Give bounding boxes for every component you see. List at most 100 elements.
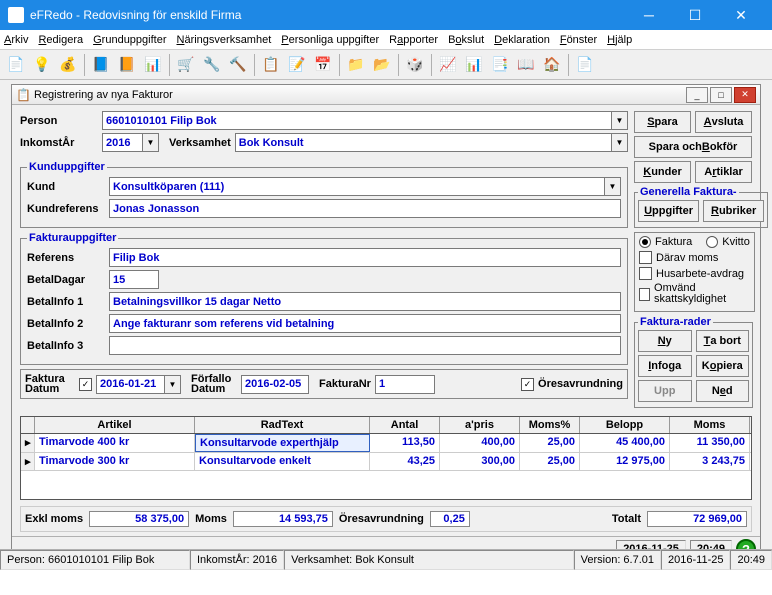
fakturanr-field[interactable]: 1	[375, 375, 435, 394]
table-row[interactable]: ▸Timarvode 300 krKonsultarvode enkelt43,…	[21, 453, 751, 471]
menu-fonster[interactable]: Fönster	[560, 34, 597, 46]
info2-field[interactable]: Ange fakturanr som referens vid betalnin…	[109, 314, 621, 333]
kundref-label: Kundreferens	[27, 203, 105, 215]
info1-label: BetalInfo 1	[27, 296, 105, 308]
kopiera-button[interactable]: Kopiera	[696, 355, 750, 377]
omvand-label: Omvänd skattskyldighet	[654, 283, 750, 305]
kund-field[interactable]: Konsultköparen (111)	[109, 177, 604, 196]
status-date: 2016-11-25	[661, 550, 730, 570]
info1-field[interactable]: Betalningsvillkor 15 dagar Netto	[109, 292, 621, 311]
close-button[interactable]: ✕	[718, 0, 764, 30]
col-artikel[interactable]: Artikel	[35, 417, 195, 433]
ores-label: Öresavrundning	[538, 378, 623, 390]
rader-fieldset: Faktura-rader NyTa bort InfogaKopiera Up…	[634, 316, 753, 408]
table-row[interactable]: ▸Timarvode 400 krKonsultarvode experthjä…	[21, 434, 751, 453]
tool-icon[interactable]: 📅	[311, 53, 335, 77]
ores-checkbox[interactable]: ✓	[521, 378, 534, 391]
sub-minimize-button[interactable]: _	[686, 87, 708, 103]
tool-icon[interactable]: 💡	[30, 53, 54, 77]
tool-icon[interactable]: 📋	[259, 53, 283, 77]
darav-checkbox[interactable]	[639, 251, 652, 264]
col-antal[interactable]: Antal	[370, 417, 440, 433]
col-belopp[interactable]: Belopp	[580, 417, 670, 433]
kvitto-radio[interactable]	[706, 236, 718, 248]
col-moms[interactable]: Moms	[670, 417, 750, 433]
menu-bokslut[interactable]: Bokslut	[448, 34, 484, 46]
menu-deklaration[interactable]: Deklaration	[494, 34, 550, 46]
tool-icon[interactable]: 📁	[344, 53, 368, 77]
tool-icon[interactable]: 📘	[89, 53, 113, 77]
person-field[interactable]: 6601010101 Filip Bok	[102, 111, 611, 130]
tool-icon[interactable]: 🔧	[200, 53, 224, 77]
tool-icon[interactable]: 💰	[56, 53, 80, 77]
tool-icon[interactable]: 🎲	[403, 53, 427, 77]
col-apris[interactable]: a'pris	[440, 417, 520, 433]
invoice-icon: 📋	[16, 88, 30, 102]
tool-icon[interactable]: 📈	[436, 53, 460, 77]
uppgifter-button[interactable]: Uppgifter	[638, 200, 699, 222]
husarbete-checkbox[interactable]	[639, 267, 652, 280]
tool-icon[interactable]: 🔨	[226, 53, 250, 77]
darav-label: Därav moms	[656, 252, 718, 264]
avsluta-button[interactable]: Avsluta	[695, 111, 752, 133]
kvitto-radio-label: Kvitto	[722, 236, 750, 248]
tool-icon[interactable]: 📄	[4, 53, 28, 77]
menu-grunduppgifter[interactable]: Grunduppgifter	[93, 34, 166, 46]
kunder-button[interactable]: Kunder	[634, 161, 691, 183]
col-radtext[interactable]: RadText	[195, 417, 370, 433]
menu-naringsverksamhet[interactable]: Näringsverksamhet	[177, 34, 272, 46]
info3-field[interactable]	[109, 336, 621, 355]
verksamhet-field[interactable]: Bok Konsult	[235, 133, 611, 152]
menu-arkiv[interactable]: Arkiv	[4, 34, 28, 46]
tool-icon[interactable]: 📂	[370, 53, 394, 77]
tool-icon[interactable]: 📊	[462, 53, 486, 77]
tabort-button[interactable]: Ta bort	[696, 330, 750, 352]
minimize-button[interactable]: ─	[626, 0, 672, 30]
info3-label: BetalInfo 3	[27, 340, 105, 352]
year-field[interactable]: 2016	[102, 133, 142, 152]
spara-bokfor-button[interactable]: Spara och Bokför	[634, 136, 752, 158]
fdatum-dropdown-button[interactable]: ▼	[164, 375, 181, 394]
verksamhet-label: Verksamhet	[169, 137, 231, 149]
artiklar-button[interactable]: Artiklar	[695, 161, 752, 183]
tool-icon[interactable]: 📙	[115, 53, 139, 77]
upp-button[interactable]: Upp	[638, 380, 692, 402]
tool-icon[interactable]: 📄	[573, 53, 597, 77]
totalt-label: Totalt	[612, 513, 641, 525]
omvand-checkbox[interactable]	[639, 288, 650, 301]
menu-hjalp[interactable]: Hjälp	[607, 34, 632, 46]
menu-redigera[interactable]: Redigera	[38, 34, 83, 46]
invoice-rows-grid[interactable]: Artikel RadText Antal a'pris Moms% Belop…	[20, 416, 752, 500]
fdatum-field[interactable]: 2016-01-21	[96, 375, 164, 394]
spara-button[interactable]: Spara	[634, 111, 691, 133]
person-dropdown-button[interactable]: ▼	[611, 111, 628, 130]
tool-icon[interactable]: 📊	[141, 53, 165, 77]
ny-button[interactable]: Ny	[638, 330, 692, 352]
ned-button[interactable]: Ned	[696, 380, 750, 402]
fdatum-checkbox[interactable]: ✓	[79, 378, 92, 391]
tool-icon[interactable]: 🏠	[540, 53, 564, 77]
referens-field[interactable]: Filip Bok	[109, 248, 621, 267]
faktura-radio[interactable]	[639, 236, 651, 248]
kundref-field[interactable]: Jonas Jonasson	[109, 199, 621, 218]
menu-personliga[interactable]: Personliga uppgifter	[281, 34, 379, 46]
forfallo-field[interactable]: 2016-02-05	[241, 375, 309, 394]
subwindow-title: Registrering av nya Fakturor	[34, 89, 684, 101]
kund-dropdown-button[interactable]: ▼	[604, 177, 621, 196]
tool-icon[interactable]: 🛒	[174, 53, 198, 77]
sub-maximize-button[interactable]: □	[710, 87, 732, 103]
maximize-button[interactable]: ☐	[672, 0, 718, 30]
tool-icon[interactable]: 📖	[514, 53, 538, 77]
oresavr-value[interactable]: 0,25	[430, 511, 470, 527]
col-momsp[interactable]: Moms%	[520, 417, 580, 433]
tool-icon[interactable]: 📝	[285, 53, 309, 77]
betaldagar-field[interactable]: 15	[109, 270, 159, 289]
husarbete-label: Husarbete-avdrag	[656, 268, 744, 280]
sub-close-button[interactable]: ✕	[734, 87, 756, 103]
rubriker-button[interactable]: Rubriker	[703, 200, 764, 222]
infoga-button[interactable]: Infoga	[638, 355, 692, 377]
menu-rapporter[interactable]: Rapporter	[389, 34, 438, 46]
tool-icon[interactable]: 📑	[488, 53, 512, 77]
verksamhet-dropdown-button[interactable]: ▼	[611, 133, 628, 152]
year-dropdown-button[interactable]: ▼	[142, 133, 159, 152]
